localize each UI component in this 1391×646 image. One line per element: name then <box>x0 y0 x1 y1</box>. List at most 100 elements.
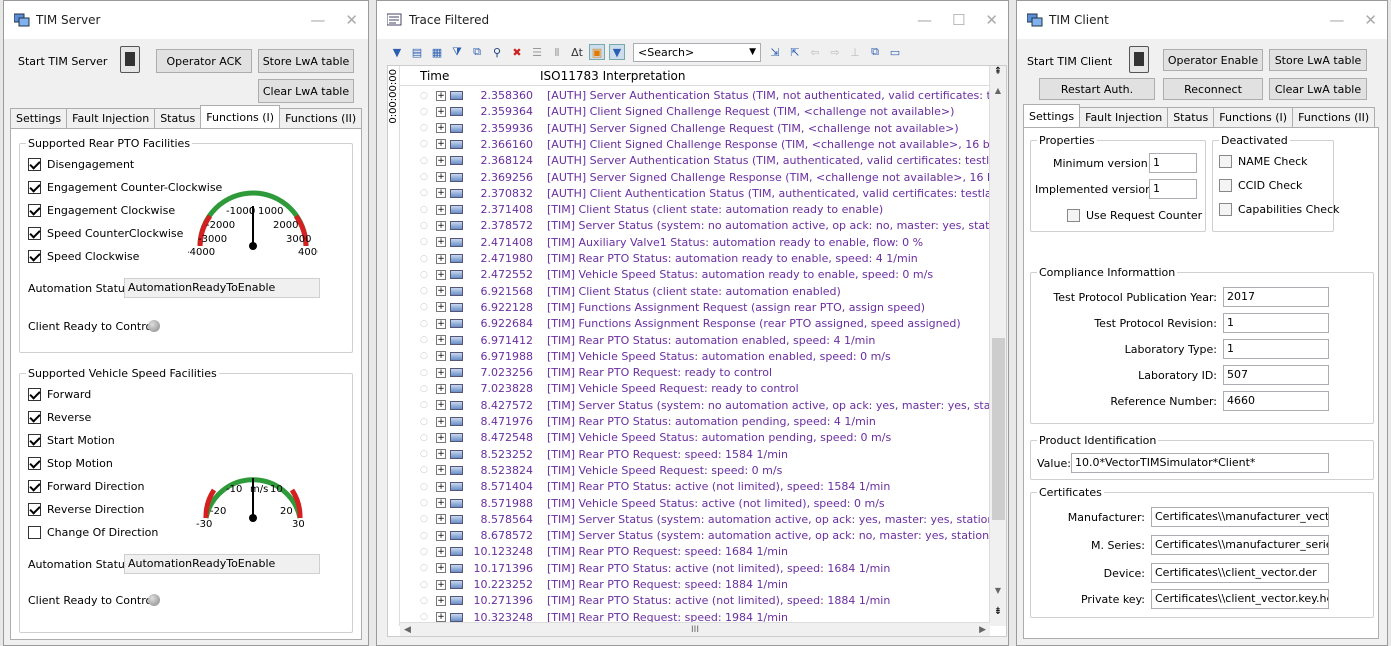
table-row[interactable]: ○ +2.359936 [AUTH] Server Signed Challenge… <box>400 120 990 137</box>
tab-fault-injection[interactable]: Fault Injection <box>66 108 156 128</box>
clear-lwa-button[interactable]: Clear LwA table <box>258 79 354 103</box>
export-icon[interactable]: ▭ <box>887 44 903 60</box>
table-row[interactable]: ○ +8.578564 [TIM] Server Status (system: a… <box>400 511 990 528</box>
tab-settings[interactable]: Settings <box>10 108 68 128</box>
filter-active-icon[interactable]: ▼ <box>609 44 625 60</box>
minimize-icon[interactable]: — <box>310 11 325 29</box>
expand-icon[interactable]: + <box>436 416 446 427</box>
expand-icon[interactable]: + <box>436 155 446 166</box>
expand-icon[interactable]: + <box>436 400 446 411</box>
expand-icon[interactable]: + <box>436 465 446 476</box>
table-row[interactable]: ○ +7.023828 [TIM] Vehicle Speed Request: r… <box>400 380 990 397</box>
table-row[interactable]: ○ +6.921568 [TIM] Client Status (client st… <box>400 283 990 300</box>
table-row[interactable]: ○ +2.369256 [AUTH] Server Signed Challenge… <box>400 169 990 186</box>
table-row[interactable]: ○ +2.358360 [AUTH] Server Authentication S… <box>400 87 990 104</box>
expand-icon[interactable]: + <box>436 449 446 460</box>
table-row[interactable]: ○ +8.523824 [TIM] Vehicle Speed Request: s… <box>400 462 990 479</box>
m-series-input[interactable]: Certificates\\manufacturer_series_client… <box>1151 535 1329 555</box>
table-row[interactable]: ○ +2.471408 [TIM] Auxiliary Valve1 Status:… <box>400 234 990 251</box>
expand-icon[interactable]: + <box>436 302 446 313</box>
expand-icon[interactable]: + <box>436 286 446 297</box>
scroll-top-icon[interactable]: ⇞ <box>990 66 1006 82</box>
scroll-bottom-icon[interactable]: ⇟ <box>990 606 1006 622</box>
client-tab-fault-injection[interactable]: Fault Injection <box>1079 107 1169 127</box>
client-minimize-icon[interactable]: — <box>1329 11 1344 29</box>
device-input[interactable]: Certificates\\client_vector.der <box>1151 563 1329 583</box>
expand-icon[interactable]: + <box>436 432 446 443</box>
pto-engagement-cw-checkbox[interactable]: Engagement Clockwise <box>28 204 175 217</box>
scroll-down-icon[interactable]: ▼ <box>990 586 1006 598</box>
expand-icon[interactable]: + <box>436 481 446 492</box>
scroll-thumb[interactable] <box>992 338 1005 520</box>
client-tab-functions-1[interactable]: Functions (I) <box>1213 107 1294 127</box>
close-icon[interactable]: ✕ <box>345 11 358 29</box>
pto-speed-ccw-checkbox[interactable]: Speed CounterClockwise <box>28 227 183 240</box>
table-row[interactable]: ○ +10.171396 [TIM] Rear PTO Status: active… <box>400 560 990 577</box>
filter-edit-icon[interactable]: ⧩ <box>449 44 465 60</box>
expand-icon[interactable]: + <box>436 123 446 134</box>
start-server-switch[interactable] <box>120 46 140 73</box>
table-row[interactable]: ○ +10.123248 [TIM] Rear PTO Request: speed… <box>400 543 990 560</box>
laboratory-id-input[interactable]: 507 <box>1223 365 1329 385</box>
expand-icon[interactable]: + <box>436 498 446 508</box>
expand-icon[interactable]: + <box>436 253 446 264</box>
table-row[interactable]: ○ +2.378572 [TIM] Server Status (system: n… <box>400 217 990 234</box>
horizontal-scrollbar[interactable]: ◀ III ▶ <box>400 622 990 636</box>
expand-icon[interactable]: + <box>436 546 446 557</box>
protocol-revision-input[interactable]: 1 <box>1223 313 1329 333</box>
vertical-scrollbar[interactable]: ⇞ ▲ ▼ ⇟ <box>989 66 1006 626</box>
find-prev-icon[interactable]: ⇱ <box>787 44 803 60</box>
table-row[interactable]: ○ +8.472548 [TIM] Vehicle Speed Status: au… <box>400 429 990 446</box>
trace-minimize-icon[interactable]: — <box>917 11 932 29</box>
client-tab-status[interactable]: Status <box>1167 107 1215 127</box>
reference-number-input[interactable]: 4660 <box>1223 391 1329 411</box>
tab-functions-1[interactable]: Functions (I) <box>200 105 281 128</box>
table-row[interactable]: ○ +10.271396 [TIM] Rear PTO Status: active… <box>400 592 990 609</box>
binoculars-icon[interactable]: ⚲ <box>489 44 505 60</box>
table-row[interactable]: ○ +2.371408 [TIM] Client Status (client st… <box>400 201 990 218</box>
table-row[interactable]: ○ +2.368124 [AUTH] Server Authentication S… <box>400 152 990 169</box>
expand-icon[interactable]: + <box>436 367 446 378</box>
expand-icon[interactable]: + <box>436 318 446 329</box>
pause-icon[interactable]: Ⅱ <box>549 44 565 60</box>
table-row[interactable]: ○ +6.922684 [TIM] Functions Assignment Res… <box>400 315 990 332</box>
pto-disengagement-checkbox[interactable]: Disengagement <box>28 158 134 171</box>
time-mode-icon[interactable]: Δt <box>569 44 585 60</box>
table-row[interactable]: ○ +8.523252 [TIM] Rear PTO Request: speed:… <box>400 446 990 463</box>
client-tab-settings[interactable]: Settings <box>1023 104 1081 127</box>
manufacturer-input[interactable]: Certificates\\manufacturer_vector.der <box>1151 507 1329 527</box>
expand-icon[interactable]: + <box>436 530 446 541</box>
scroll-right-icon[interactable]: ▶ <box>979 625 986 635</box>
copy-icon[interactable]: ⧉ <box>867 44 883 60</box>
impl-version-input[interactable]: 1 <box>1149 179 1197 199</box>
reconnect-button[interactable]: Reconnect <box>1163 78 1263 100</box>
layout-icon[interactable]: ▦ <box>429 44 445 60</box>
filter-icon[interactable]: ▼ <box>389 44 405 60</box>
use-request-counter-checkbox[interactable]: Use Request Counter <box>1067 209 1202 222</box>
publication-year-input[interactable]: 2017 <box>1223 287 1329 307</box>
expand-icon[interactable]: + <box>436 204 446 215</box>
table-row[interactable]: ○ +2.472552 [TIM] Vehicle Speed Status: au… <box>400 266 990 283</box>
table-row[interactable]: ○ +2.471980 [TIM] Rear PTO Status: automat… <box>400 250 990 267</box>
expand-icon[interactable]: + <box>436 172 446 182</box>
search-dropdown-icon[interactable]: ▼ <box>749 47 756 57</box>
table-row[interactable]: ○ +2.370832 [AUTH] Client Authentication S… <box>400 185 990 202</box>
table-row[interactable]: ○ +8.471976 [TIM] Rear PTO Status: automat… <box>400 413 990 430</box>
client-tab-functions-2[interactable]: Functions (II) <box>1292 107 1376 127</box>
speed-stop-motion-checkbox[interactable]: Stop Motion <box>28 457 113 470</box>
private-key-input[interactable]: Certificates\\client_vector.key.hex <box>1151 589 1329 609</box>
clear-icon[interactable]: ✖ <box>509 44 525 60</box>
table-row[interactable]: ○ +6.971412 [TIM] Rear PTO Status: automat… <box>400 332 990 349</box>
scroll-left-icon[interactable]: ◀ <box>404 625 411 635</box>
client-close-icon[interactable]: ✕ <box>1364 11 1377 29</box>
trace-close-icon[interactable]: ✕ <box>985 11 998 29</box>
columns-icon[interactable]: ▤ <box>409 44 425 60</box>
expand-icon[interactable]: + <box>436 514 446 525</box>
restart-auth-button[interactable]: Restart Auth. <box>1039 78 1155 100</box>
expand-icon[interactable]: + <box>436 383 446 394</box>
marker-icon[interactable]: ⊥ <box>847 44 863 60</box>
table-row[interactable]: ○ +10.223252 [TIM] Rear PTO Request: speed… <box>400 576 990 593</box>
highlight-icon[interactable]: ▣ <box>589 44 605 60</box>
find-next-icon[interactable]: ⇲ <box>767 44 783 60</box>
table-row[interactable]: ○ +2.359364 [AUTH] Client Signed Challenge… <box>400 103 990 120</box>
